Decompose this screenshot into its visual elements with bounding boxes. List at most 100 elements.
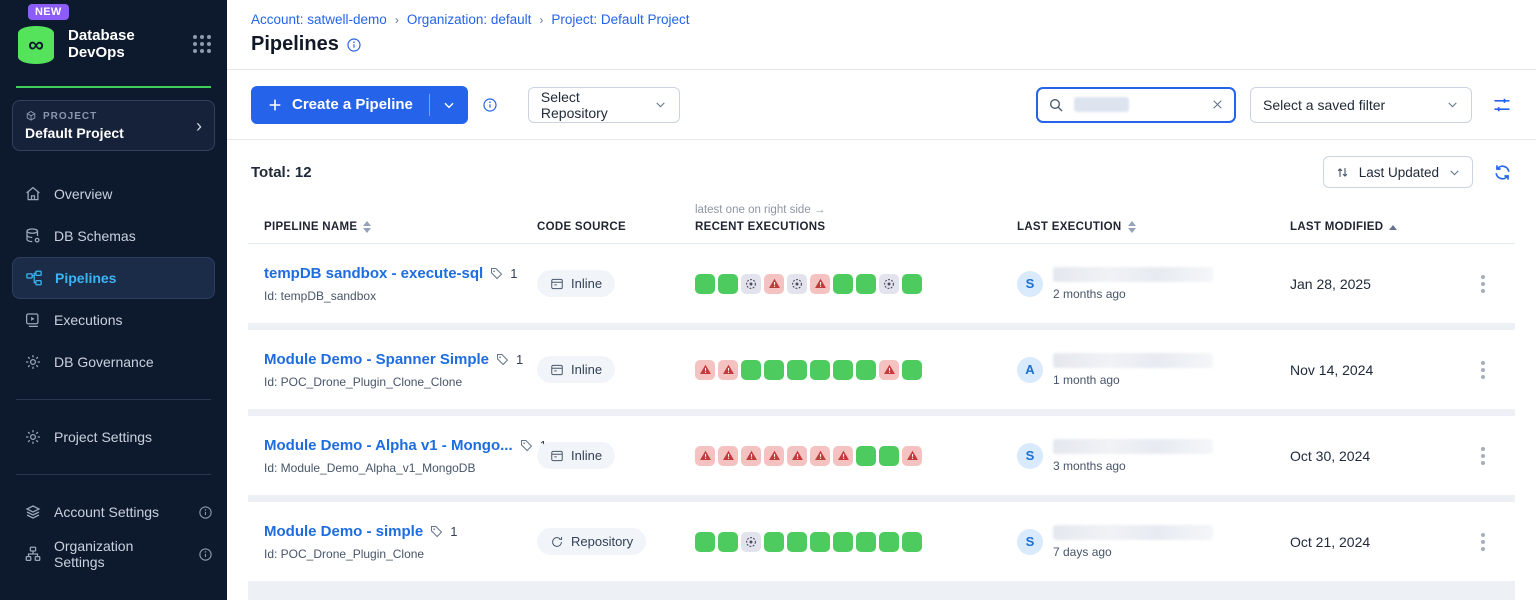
execution-status-success[interactable] xyxy=(741,360,761,380)
execution-status-success[interactable] xyxy=(810,532,830,552)
execution-status-success[interactable] xyxy=(695,274,715,294)
sidebar-item-label: Overview xyxy=(54,186,112,202)
row-menu-icon[interactable] xyxy=(1471,443,1495,469)
sort-icon[interactable] xyxy=(1128,221,1136,233)
layers-gear-icon xyxy=(24,503,42,521)
execution-status-failed[interactable] xyxy=(764,446,784,466)
column-header-pipeline-name[interactable]: PIPELINE NAME xyxy=(248,221,537,233)
execution-status-failed[interactable] xyxy=(718,360,738,380)
pipeline-name-link[interactable]: Module Demo - simple xyxy=(264,523,423,540)
execution-status-failed[interactable] xyxy=(787,446,807,466)
execution-status-cancelled[interactable] xyxy=(741,532,761,552)
execution-status-failed[interactable] xyxy=(902,446,922,466)
sidebar-item-pipelines[interactable]: Pipelines xyxy=(12,257,215,299)
execution-status-success[interactable] xyxy=(764,532,784,552)
code-source-cell: Repository xyxy=(537,528,695,555)
repository-select[interactable]: Select Repository xyxy=(528,87,680,123)
pipeline-name-link[interactable]: Module Demo - Alpha v1 - Mongo... xyxy=(264,437,513,454)
execution-status-failed[interactable] xyxy=(695,360,715,380)
last-modified-date: Nov 14, 2024 xyxy=(1290,362,1471,378)
info-icon[interactable] xyxy=(482,97,498,113)
database-icon xyxy=(24,227,42,245)
saved-filter-select[interactable]: Select a saved filter xyxy=(1250,87,1472,123)
sidebar-item-project-settings[interactable]: Project Settings xyxy=(0,416,227,458)
sidebar-item-db-schemas[interactable]: DB Schemas xyxy=(0,215,227,257)
redacted-user-name xyxy=(1053,353,1213,368)
sort-icon[interactable] xyxy=(363,221,371,233)
sidebar-item-overview[interactable]: Overview xyxy=(0,173,227,215)
execution-status-failed[interactable] xyxy=(810,274,830,294)
refresh-icon[interactable] xyxy=(1493,163,1512,182)
avatar[interactable]: A xyxy=(1017,357,1043,383)
execution-status-success[interactable] xyxy=(879,446,899,466)
execution-status-success[interactable] xyxy=(718,274,738,294)
breadcrumb-project[interactable]: Project: Default Project xyxy=(551,12,689,27)
execution-status-success[interactable] xyxy=(856,274,876,294)
execution-status-success[interactable] xyxy=(902,532,922,552)
avatar[interactable]: S xyxy=(1017,529,1043,555)
saved-filter-value: Select a saved filter xyxy=(1263,97,1385,113)
info-icon[interactable] xyxy=(346,37,362,53)
execution-status-failed[interactable] xyxy=(879,360,899,380)
column-header-last-modified[interactable]: LAST MODIFIED xyxy=(1290,221,1471,233)
pipeline-name-link[interactable]: Module Demo - Spanner Simple xyxy=(264,351,489,368)
execution-status-failed[interactable] xyxy=(741,446,761,466)
sidebar-item-db-governance[interactable]: DB Governance xyxy=(0,341,227,383)
sidebar-item-account-settings[interactable]: Account Settings xyxy=(0,491,227,533)
filter-sliders-icon[interactable] xyxy=(1492,95,1512,115)
execution-status-success[interactable] xyxy=(856,446,876,466)
execution-status-success[interactable] xyxy=(902,360,922,380)
sidebar-item-organization-settings[interactable]: Organization Settings xyxy=(0,533,227,575)
execution-status-success[interactable] xyxy=(879,532,899,552)
execution-status-success[interactable] xyxy=(787,360,807,380)
execution-status-success[interactable] xyxy=(695,532,715,552)
create-pipeline-button[interactable]: Create a Pipeline xyxy=(251,86,468,124)
search-input[interactable] xyxy=(1036,87,1236,123)
execution-status-success[interactable] xyxy=(787,532,807,552)
app-launcher-icon[interactable] xyxy=(193,35,211,53)
gear-icon xyxy=(24,353,42,371)
clear-search-icon[interactable] xyxy=(1211,98,1224,111)
execution-status-success[interactable] xyxy=(833,274,853,294)
code-source-label: Inline xyxy=(571,362,602,377)
execution-status-cancelled[interactable] xyxy=(879,274,899,294)
execution-status-success[interactable] xyxy=(902,274,922,294)
execution-status-success[interactable] xyxy=(833,360,853,380)
info-icon[interactable] xyxy=(198,547,213,562)
breadcrumb-organization[interactable]: Organization: default xyxy=(407,12,532,27)
project-switcher[interactable]: PROJECT Default Project › xyxy=(12,100,215,151)
execution-status-failed[interactable] xyxy=(833,446,853,466)
pipeline-name-link[interactable]: tempDB sandbox - execute-sql xyxy=(264,265,483,282)
row-menu-icon[interactable] xyxy=(1471,529,1495,555)
execution-status-success[interactable] xyxy=(856,532,876,552)
execution-status-failed[interactable] xyxy=(810,446,830,466)
pipeline-id: Id: POC_Drone_Plugin_Clone_Clone xyxy=(264,375,537,389)
breadcrumb-account[interactable]: Account: satwell-demo xyxy=(251,12,387,27)
pipeline-name-cell: tempDB sandbox - execute-sql 1 Id: tempD… xyxy=(248,265,537,303)
last-execution-cell: S 2 months ago xyxy=(1017,267,1290,301)
execution-status-cancelled[interactable] xyxy=(741,274,761,294)
code-source-cell: Inline xyxy=(537,356,695,383)
column-header-last-execution[interactable]: LAST EXECUTION xyxy=(1017,221,1290,233)
row-menu-icon[interactable] xyxy=(1471,357,1495,383)
create-pipeline-dropdown[interactable] xyxy=(430,98,468,112)
pipeline-name-cell: Module Demo - Spanner Simple 1 Id: POC_D… xyxy=(248,351,537,389)
execution-status-failed[interactable] xyxy=(695,446,715,466)
execution-status-success[interactable] xyxy=(856,360,876,380)
info-icon[interactable] xyxy=(198,505,213,520)
execution-status-failed[interactable] xyxy=(764,274,784,294)
execution-status-failed[interactable] xyxy=(718,446,738,466)
sort-ascending-icon[interactable] xyxy=(1389,225,1397,230)
chevron-down-icon xyxy=(442,98,456,112)
execution-status-success[interactable] xyxy=(810,360,830,380)
sidebar-item-executions[interactable]: Executions xyxy=(0,299,227,341)
row-menu-icon[interactable] xyxy=(1471,271,1495,297)
execution-status-success[interactable] xyxy=(764,360,784,380)
sort-select[interactable]: Last Updated xyxy=(1323,156,1473,188)
execution-status-cancelled[interactable] xyxy=(787,274,807,294)
execution-status-success[interactable] xyxy=(718,532,738,552)
avatar[interactable]: S xyxy=(1017,271,1043,297)
avatar[interactable]: S xyxy=(1017,443,1043,469)
main-area: Account: satwell-demo › Organization: de… xyxy=(227,0,1536,600)
execution-status-success[interactable] xyxy=(833,532,853,552)
